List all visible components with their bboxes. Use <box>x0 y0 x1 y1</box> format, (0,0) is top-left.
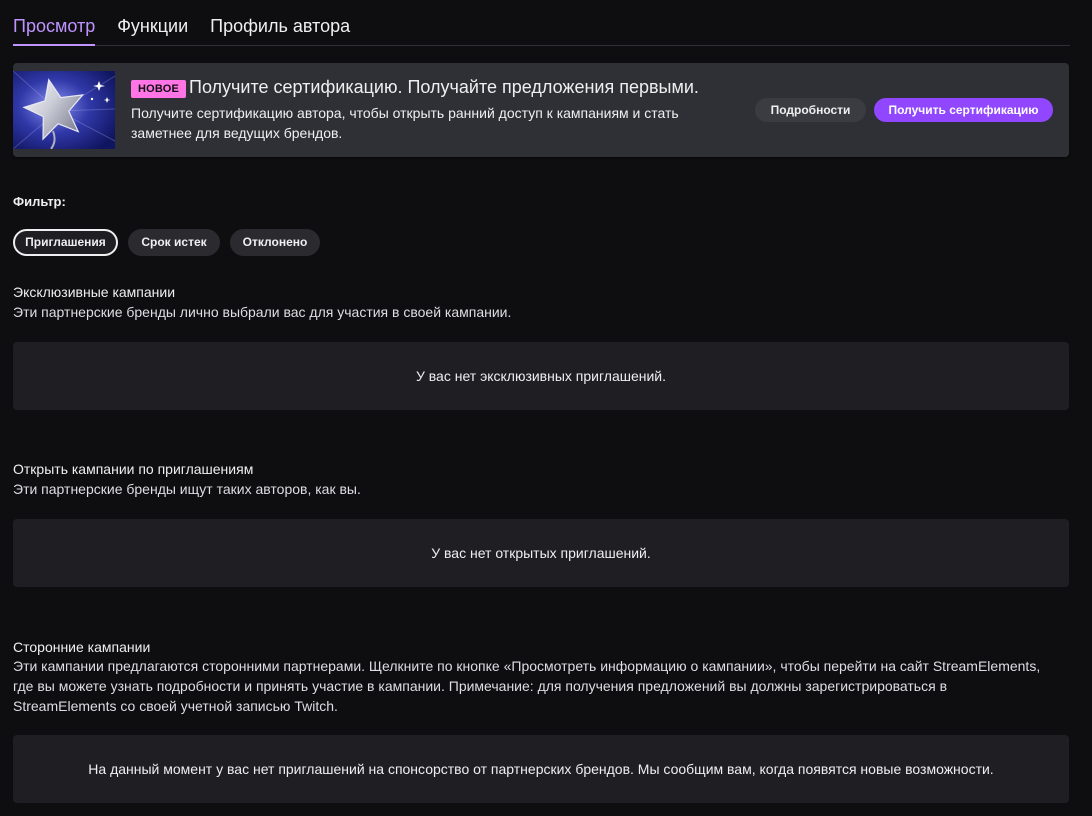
details-button[interactable]: Подробности <box>755 98 866 122</box>
section-title-exclusive: Эксклюзивные кампании <box>13 284 176 300</box>
empty-state-text: У вас нет открытых приглашений. <box>431 545 651 561</box>
banner-description: Получите сертификацию автора, чтобы откр… <box>131 105 679 141</box>
section-description-exclusive: Эти партнерские бренды лично выбрали вас… <box>13 304 512 320</box>
page: Просмотр Функции Профиль автора НОВОЕ По… <box>0 0 1092 816</box>
filter-label: Фильтр: <box>13 194 66 209</box>
filter-chip-invitations[interactable]: Приглашения <box>13 229 118 256</box>
empty-state-text: На данный момент у вас нет приглашений н… <box>88 761 994 777</box>
section-description-open: Эти партнерские бренды ищут таких авторо… <box>13 481 361 497</box>
get-certified-button[interactable]: Получить сертификацию <box>874 98 1053 122</box>
empty-state-exclusive: У вас нет эксклюзивных приглашений. <box>13 342 1069 410</box>
section-title-third-party: Сторонние кампании <box>13 639 151 655</box>
filter-chip-declined[interactable]: Отклонено <box>230 229 320 256</box>
tab-creator-profile[interactable]: Профиль автора <box>210 0 350 46</box>
section-title-open: Открыть кампании по приглашениям <box>13 461 254 477</box>
certification-banner: НОВОЕ Получите сертификацию. Получайте п… <box>13 63 1069 157</box>
tab-features[interactable]: Функции <box>117 0 188 46</box>
new-badge: НОВОЕ <box>131 80 187 98</box>
tab-bar: Просмотр Функции Профиль автора <box>13 0 1070 46</box>
section-description-third-party: Эти кампании предлагаются сторонними пар… <box>13 658 1041 714</box>
empty-state-third-party: На данный момент у вас нет приглашений н… <box>13 735 1069 803</box>
silver-star-image <box>13 71 115 149</box>
tab-overview[interactable]: Просмотр <box>13 0 96 46</box>
empty-state-open: У вас нет открытых приглашений. <box>13 519 1069 587</box>
banner-title: Получите сертификацию. Получайте предлож… <box>189 77 699 97</box>
filter-chip-expired[interactable]: Срок истек <box>128 229 220 256</box>
empty-state-text: У вас нет эксклюзивных приглашений. <box>415 368 667 384</box>
